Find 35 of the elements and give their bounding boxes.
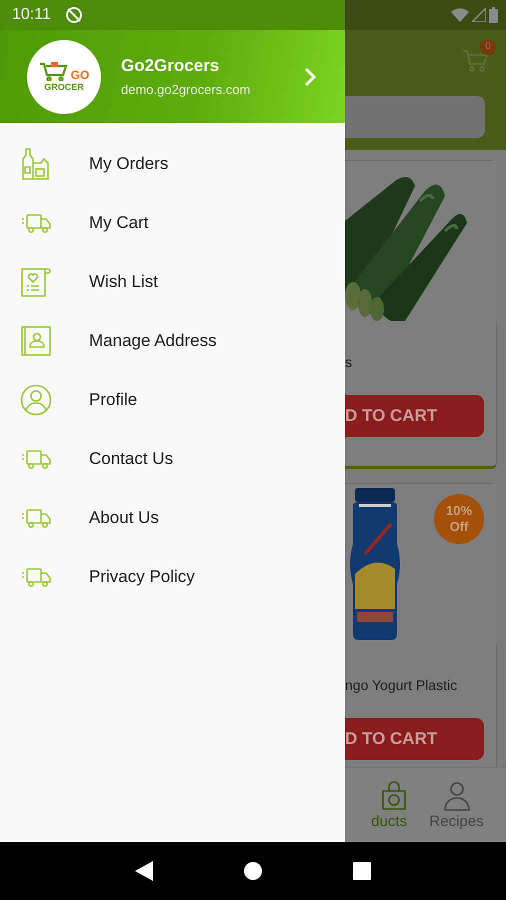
add-to-cart-button[interactable]: D TO CART (345, 395, 484, 437)
menu-item[interactable]: Profile (0, 370, 345, 429)
back-icon[interactable] (135, 861, 153, 881)
store-name: Go2Grocers (121, 56, 220, 76)
sync-off-icon (64, 6, 83, 24)
truck-icon (20, 448, 52, 470)
menu-item[interactable]: About Us (0, 488, 345, 547)
status-time: 10:11 (12, 6, 51, 24)
menu-item[interactable]: My Cart (0, 193, 345, 252)
add-to-cart-button[interactable]: D TO CART (345, 718, 484, 760)
address-card-icon (20, 324, 52, 356)
store-logo: GO GROCER (27, 40, 101, 114)
search-field[interactable] (345, 96, 485, 138)
shopping-bag-icon (381, 781, 407, 811)
menu-item[interactable]: Contact Us (0, 429, 345, 488)
grocery-store-icon (20, 146, 50, 180)
signal-icon (472, 8, 486, 22)
truck-icon (20, 506, 52, 528)
battery-icon (489, 7, 498, 23)
home-icon[interactable] (243, 861, 263, 881)
wish-list-icon (20, 266, 52, 298)
store-website: demo.go2grocers.com (121, 82, 252, 97)
menu-item[interactable]: Privacy Policy (0, 547, 345, 606)
menu-item[interactable]: My Orders (0, 134, 345, 193)
truck-icon (20, 212, 52, 234)
product-name: s (345, 353, 353, 372)
product-name: ngo Yogurt Plastic (345, 676, 458, 695)
cart-icon[interactable] (462, 48, 488, 72)
chevron-right-icon[interactable] (303, 66, 317, 88)
cart-count-badge: 0 (480, 38, 496, 54)
profile-icon (20, 384, 52, 416)
menu-item[interactable]: Manage Address (0, 311, 345, 370)
wifi-icon (451, 8, 469, 22)
menu-item[interactable]: Wish List (0, 252, 345, 311)
truck-icon (20, 566, 52, 588)
